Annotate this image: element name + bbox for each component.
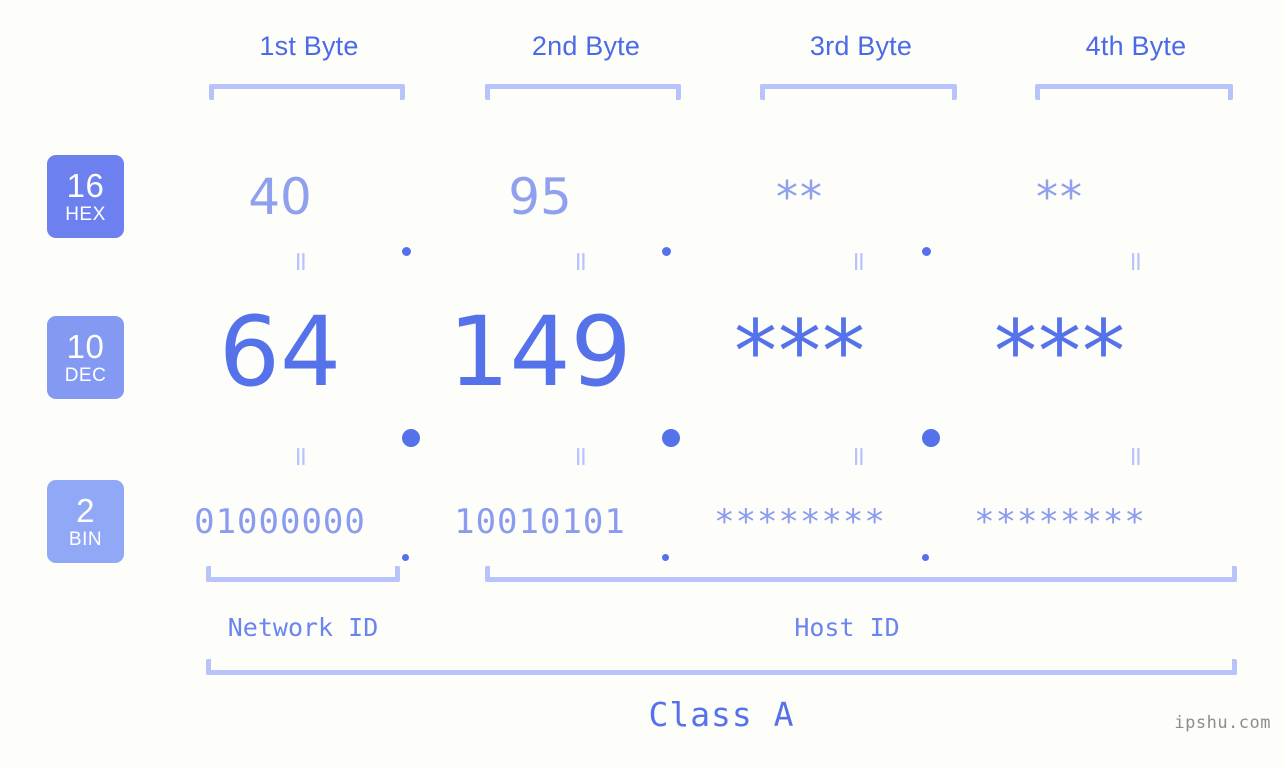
hex-byte-4: ** bbox=[1036, 171, 1084, 223]
bin-byte-1: 01000000 bbox=[194, 502, 366, 542]
byte-bracket-2 bbox=[485, 84, 681, 100]
equals-icon-dec-bin-4: = bbox=[1120, 445, 1152, 468]
byte-bracket-1 bbox=[209, 84, 405, 100]
bin-byte-2: 10010101 bbox=[454, 502, 626, 542]
dec-byte-1: 64 bbox=[218, 296, 342, 408]
hex-value-row: 40 95 ** ** bbox=[150, 152, 1285, 256]
base-badge-hex: 16 HEX bbox=[47, 155, 124, 238]
dec-byte-2: 149 bbox=[448, 296, 632, 408]
class-label: Class A bbox=[648, 695, 795, 734]
equals-icon-hex-dec-2: = bbox=[565, 250, 597, 273]
byte-bracket-3 bbox=[760, 84, 957, 100]
class-bracket bbox=[206, 659, 1237, 675]
base-badge-dec: 10 DEC bbox=[47, 316, 124, 399]
network-id-label: Network ID bbox=[227, 613, 379, 642]
base-badge-bin: 2 BIN bbox=[47, 480, 124, 563]
byte-header-1: 1st Byte bbox=[259, 31, 359, 61]
equals-icon-hex-dec-1: = bbox=[285, 250, 317, 273]
byte-header-3: 3rd Byte bbox=[809, 31, 913, 61]
base-badge-dec-number: 10 bbox=[66, 328, 105, 365]
equals-icon-dec-bin-2: = bbox=[565, 445, 597, 468]
base-badge-hex-unit: HEX bbox=[65, 204, 106, 225]
bin-byte-4: ******** bbox=[974, 502, 1146, 542]
host-id-bracket bbox=[485, 566, 1237, 582]
hex-byte-2: 95 bbox=[508, 168, 572, 226]
ip-address-breakdown-diagram: 1st Byte 2nd Byte 3rd Byte 4th Byte 16 H… bbox=[0, 0, 1285, 767]
network-id-bracket bbox=[206, 566, 400, 582]
base-badge-hex-number: 16 bbox=[66, 167, 105, 204]
equals-icon-dec-bin-3: = bbox=[843, 445, 875, 468]
byte-header-4: 4th Byte bbox=[1085, 31, 1187, 61]
host-id-label: Host ID bbox=[794, 613, 900, 642]
base-badge-bin-number: 2 bbox=[76, 492, 95, 529]
byte-bracket-4 bbox=[1035, 84, 1233, 100]
hex-byte-3: ** bbox=[776, 171, 824, 223]
equals-icon-hex-dec-3: = bbox=[843, 250, 875, 273]
equals-icon-hex-dec-4: = bbox=[1120, 250, 1152, 273]
dec-value-row: 64 149 *** *** bbox=[150, 292, 1285, 447]
byte-header-2: 2nd Byte bbox=[531, 31, 641, 61]
equals-icon-dec-bin-1: = bbox=[285, 445, 317, 468]
bin-byte-3: ******** bbox=[714, 502, 886, 542]
base-badge-dec-unit: DEC bbox=[64, 365, 107, 386]
dec-byte-3: *** bbox=[734, 302, 866, 402]
bin-value-row: 01000000 10010101 ******** ******** bbox=[150, 492, 1285, 561]
watermark: ipshu.com bbox=[1174, 713, 1271, 733]
dec-byte-4: *** bbox=[994, 302, 1126, 402]
base-badge-bin-unit: BIN bbox=[68, 529, 103, 550]
hex-byte-1: 40 bbox=[248, 168, 312, 226]
